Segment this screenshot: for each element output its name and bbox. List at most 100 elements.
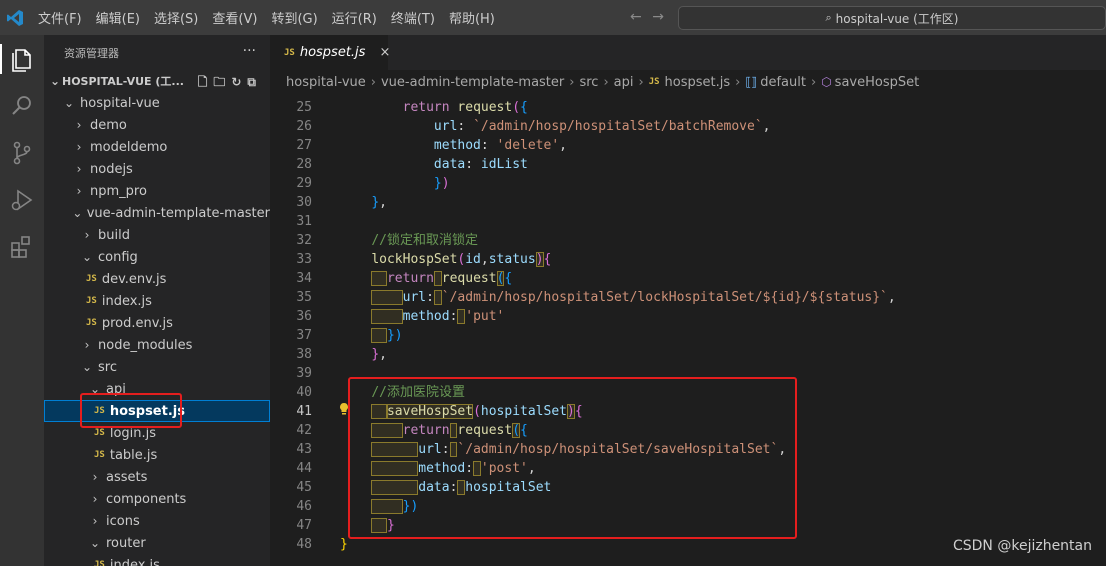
line-number: 45	[296, 480, 312, 495]
forward-arrow-icon[interactable]: →	[652, 9, 664, 25]
chevron-down-icon: ⌄	[72, 206, 83, 220]
folder-item[interactable]: ⌄ router	[44, 532, 270, 554]
breadcrumb-item[interactable]: hospital-vue	[286, 75, 366, 90]
close-icon[interactable]: ×	[379, 45, 390, 60]
file-item[interactable]: JS index.js	[44, 554, 270, 566]
new-folder-icon[interactable]: 🗀	[213, 75, 231, 89]
menu-file[interactable]: 文件(F)	[38, 8, 82, 27]
source-control-icon[interactable]	[7, 138, 37, 168]
chevron-right-icon: ›	[84, 228, 90, 242]
more-actions-icon[interactable]: ···	[243, 43, 256, 59]
menu-bar: 文件(F) 编辑(E) 选择(S) 查看(V) 转到(G) 运行(R) 终端(T…	[38, 0, 509, 35]
explorer-icon[interactable]	[0, 44, 37, 74]
file-item[interactable]: JS dev.env.js	[44, 268, 270, 290]
breadcrumb-item[interactable]: vue-admin-template-master	[381, 75, 564, 90]
line-number: 37	[296, 328, 312, 343]
folder-item[interactable]: ⌄ hospital-vue	[44, 92, 270, 114]
menu-go[interactable]: 转到(G)	[271, 8, 317, 27]
chevron-right-icon: ›	[92, 470, 98, 484]
line-number: 31	[296, 214, 312, 229]
run-debug-icon[interactable]	[7, 185, 37, 215]
js-file-icon: JS	[284, 47, 295, 58]
menu-edit[interactable]: 编辑(E)	[96, 8, 140, 27]
command-center-search[interactable]: ⌕ hospital-vue (工作区)	[678, 6, 1106, 30]
folder-item[interactable]: › icons	[44, 510, 270, 532]
search-view-icon[interactable]	[7, 91, 37, 121]
chevron-right-icon: ›	[638, 74, 644, 90]
line-number: 39	[296, 366, 312, 381]
breadcrumb-item[interactable]: saveHospSet	[835, 75, 920, 90]
chevron-down-icon: ⌄	[49, 74, 61, 88]
chevron-right-icon: ›	[92, 514, 98, 528]
tree-item-label: node_modules	[98, 337, 193, 353]
tree-item-label: dev.env.js	[101, 271, 167, 287]
extensions-icon[interactable]	[7, 232, 37, 262]
line-number: 28	[296, 157, 312, 172]
folder-item[interactable]: › modeldemo	[44, 136, 270, 158]
explorer-title: 资源管理器 ···	[44, 35, 270, 70]
tree-item-label: assets	[106, 469, 148, 485]
menu-run[interactable]: 运行(R)	[332, 8, 377, 27]
tree-item-label: table.js	[109, 447, 158, 463]
chevron-right-icon: ›	[735, 74, 741, 90]
folder-item[interactable]: › components	[44, 488, 270, 510]
js-file-icon: JS	[94, 450, 105, 460]
folder-item[interactable]: › build	[44, 224, 270, 246]
tab-hospset[interactable]: JS hospset.js ×	[270, 35, 390, 70]
refresh-icon[interactable]: ↻	[231, 75, 247, 89]
folder-item[interactable]: ⌄ vue-admin-template-master	[44, 202, 270, 224]
folder-item[interactable]: ⌄ src	[44, 356, 270, 378]
line-number: 41	[296, 404, 312, 419]
code-line: lockHospSet(id,status){	[371, 252, 552, 267]
file-item[interactable]: JS index.js	[44, 290, 270, 312]
collapse-all-icon[interactable]: ⧉	[247, 75, 262, 89]
folder-item[interactable]: › nodejs	[44, 158, 270, 180]
tree-item-label: src	[98, 359, 117, 375]
file-item[interactable]: JS table.js	[44, 444, 270, 466]
file-item[interactable]: JS prod.env.js	[44, 312, 270, 334]
breadcrumb-item[interactable]: api	[614, 75, 634, 90]
tree-item-label: icons	[106, 513, 140, 529]
tree-item-label: index.js	[109, 557, 160, 566]
menu-terminal[interactable]: 终端(T)	[391, 8, 435, 27]
explorer-title-text: 资源管理器	[64, 46, 119, 60]
line-number: 46	[296, 499, 312, 514]
search-icon: ⌕	[825, 11, 832, 24]
menu-view[interactable]: 查看(V)	[212, 8, 257, 27]
folder-item[interactable]: › node_modules	[44, 334, 270, 356]
vscode-logo-icon	[7, 10, 23, 26]
folder-item[interactable]: › demo	[44, 114, 270, 136]
tree-item-label: modeldemo	[90, 139, 168, 155]
chevron-right-icon: ›	[76, 184, 82, 198]
menu-selection[interactable]: 选择(S)	[154, 8, 198, 27]
highlight-box-file	[80, 393, 182, 428]
breadcrumb-item[interactable]: hospset.js	[665, 75, 731, 90]
line-number: 32	[296, 233, 312, 248]
highlight-box-code	[348, 377, 797, 539]
code-line: })	[340, 326, 403, 345]
watermark: CSDN @kejizhentan	[952, 538, 1092, 554]
code-line: url: `/admin/hosp/hospitalSet/batchRemov…	[433, 119, 771, 134]
back-arrow-icon[interactable]: ←	[630, 9, 642, 25]
workspace-root[interactable]: ⌄ HOSPITAL-VUE (工... 🗋🗀↻⧉	[44, 70, 270, 92]
breadcrumb-item[interactable]: src	[579, 75, 598, 90]
tree-item-label: config	[98, 249, 138, 265]
line-number: 26	[296, 119, 312, 134]
js-file-icon: JS	[86, 318, 97, 328]
code-line: method: 'delete',	[433, 138, 567, 153]
code-line: },	[371, 347, 387, 362]
new-file-icon[interactable]: 🗋	[198, 75, 214, 89]
folder-item[interactable]: › assets	[44, 466, 270, 488]
menu-help[interactable]: 帮助(H)	[449, 8, 495, 27]
folder-item[interactable]: › npm_pro	[44, 180, 270, 202]
line-number: 40	[296, 385, 312, 400]
line-number: 38	[296, 347, 312, 362]
line-number: 33	[296, 252, 312, 267]
chevron-right-icon: ›	[810, 74, 817, 90]
folder-item[interactable]: ⌄ config	[44, 246, 270, 268]
breadcrumb-item[interactable]: default	[760, 75, 806, 90]
chevron-down-icon: ⌄	[89, 536, 101, 550]
tree-item-label: hospital-vue	[80, 95, 160, 111]
tree-item-label: prod.env.js	[101, 315, 173, 331]
tree-item-label: demo	[90, 117, 127, 133]
